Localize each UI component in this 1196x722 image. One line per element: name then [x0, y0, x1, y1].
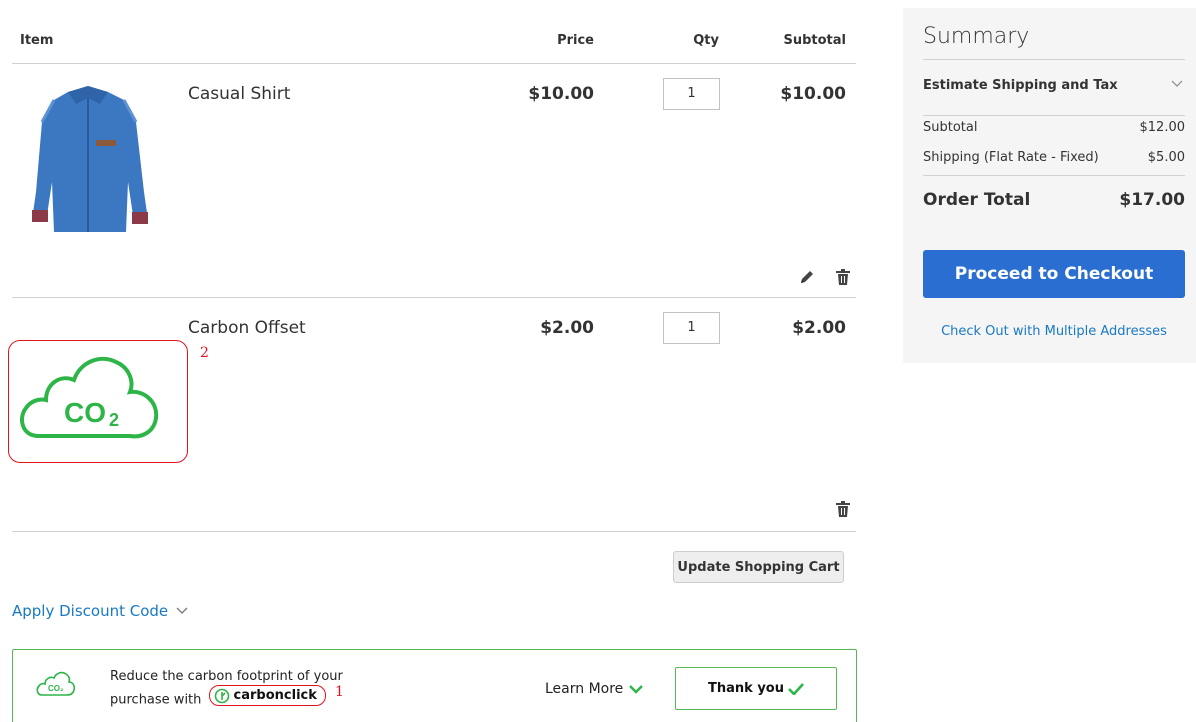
carbonclick-leaf-icon	[214, 688, 229, 703]
shipping-row: Shipping (Flat Rate - Fixed) $5.00	[923, 150, 1185, 165]
apply-discount-toggle[interactable]: Apply Discount Code	[12, 602, 188, 620]
order-summary: Summary Estimate Shipping and Tax Subtot…	[903, 8, 1196, 363]
trash-icon[interactable]	[834, 268, 852, 286]
carbon-message: Reduce the carbon footprint of your purc…	[110, 668, 343, 709]
qty-input[interactable]: 1	[663, 312, 720, 344]
item-price: $10.00	[528, 84, 594, 104]
item-name[interactable]: Carbon Offset	[188, 318, 306, 338]
summary-divider	[923, 175, 1185, 176]
cart-row: CO 2 2 Carbon Offset $2.00 1 $2.00	[8, 298, 856, 532]
trash-icon[interactable]	[834, 500, 852, 518]
cart-row: Casual Shirt $10.00 1 $10.00	[12, 64, 856, 298]
cart-header: Item Price Qty Subtotal	[12, 0, 856, 64]
carbon-message-line1: Reduce the carbon footprint of your	[110, 669, 343, 684]
svg-text:CO₂: CO₂	[48, 684, 64, 693]
shipping-label: Shipping (Flat Rate - Fixed)	[923, 150, 1099, 165]
subtotal-label: Subtotal	[923, 120, 978, 135]
order-total-row: Order Total $17.00	[923, 190, 1185, 210]
learn-more-label: Learn More	[545, 681, 624, 697]
carbon-message-line2: purchase with carbonclick	[110, 685, 343, 709]
cart-table: Item Price Qty Subtotal Casual Shirt $10…	[8, 0, 856, 532]
order-total-value: $17.00	[1119, 190, 1185, 210]
chevron-down-icon	[629, 685, 644, 694]
carbon-offset-widget: CO₂ Reduce the carbon footprint of your …	[12, 649, 857, 722]
qty-input[interactable]: 1	[663, 78, 720, 110]
learn-more-toggle[interactable]: Learn More	[545, 681, 644, 697]
carbonclick-logo: carbonclick	[208, 685, 326, 706]
svg-text:CO: CO	[64, 397, 106, 428]
carbonclick-brand-text: carbonclick	[233, 688, 317, 703]
estimate-shipping-label: Estimate Shipping and Tax	[923, 78, 1118, 93]
chevron-down-icon	[1171, 80, 1183, 87]
order-total-label: Order Total	[923, 190, 1031, 210]
shipping-value: $5.00	[1147, 150, 1185, 165]
subtotal-value: $12.00	[1139, 120, 1186, 135]
proceed-to-checkout-button[interactable]: Proceed to Checkout	[923, 250, 1185, 298]
annotation-marker: 2	[200, 345, 209, 361]
blue-shirt-image[interactable]	[24, 82, 152, 240]
carbon-message-prefix: purchase with	[110, 692, 202, 708]
svg-text:2: 2	[109, 410, 119, 430]
discount-label: Apply Discount Code	[12, 602, 169, 620]
header-subtotal: Subtotal	[783, 33, 846, 48]
header-price: Price	[557, 33, 594, 48]
item-name[interactable]: Casual Shirt	[188, 84, 290, 104]
edit-pencil-icon[interactable]	[798, 268, 816, 286]
update-cart-button[interactable]: Update Shopping Cart	[673, 551, 844, 583]
co2-cloud-icon: CO₂	[36, 671, 75, 696]
header-qty: Qty	[693, 33, 719, 48]
co2-cloud-icon[interactable]: CO 2	[16, 346, 166, 446]
check-icon	[788, 682, 804, 695]
summary-title: Summary	[923, 24, 1030, 49]
item-subtotal: $2.00	[792, 318, 846, 338]
multiple-addresses-link[interactable]: Check Out with Multiple Addresses	[903, 324, 1196, 339]
item-price: $2.00	[540, 318, 594, 338]
header-item: Item	[20, 33, 54, 48]
subtotal-row: Subtotal $12.00	[923, 120, 1185, 135]
thank-you-button[interactable]: Thank you	[675, 667, 837, 710]
thank-you-label: Thank you	[708, 681, 784, 696]
annotation-marker: 1	[335, 684, 344, 700]
estimate-shipping-toggle[interactable]: Estimate Shipping and Tax	[923, 59, 1185, 116]
chevron-down-icon	[176, 607, 188, 614]
item-subtotal: $10.00	[780, 84, 846, 104]
